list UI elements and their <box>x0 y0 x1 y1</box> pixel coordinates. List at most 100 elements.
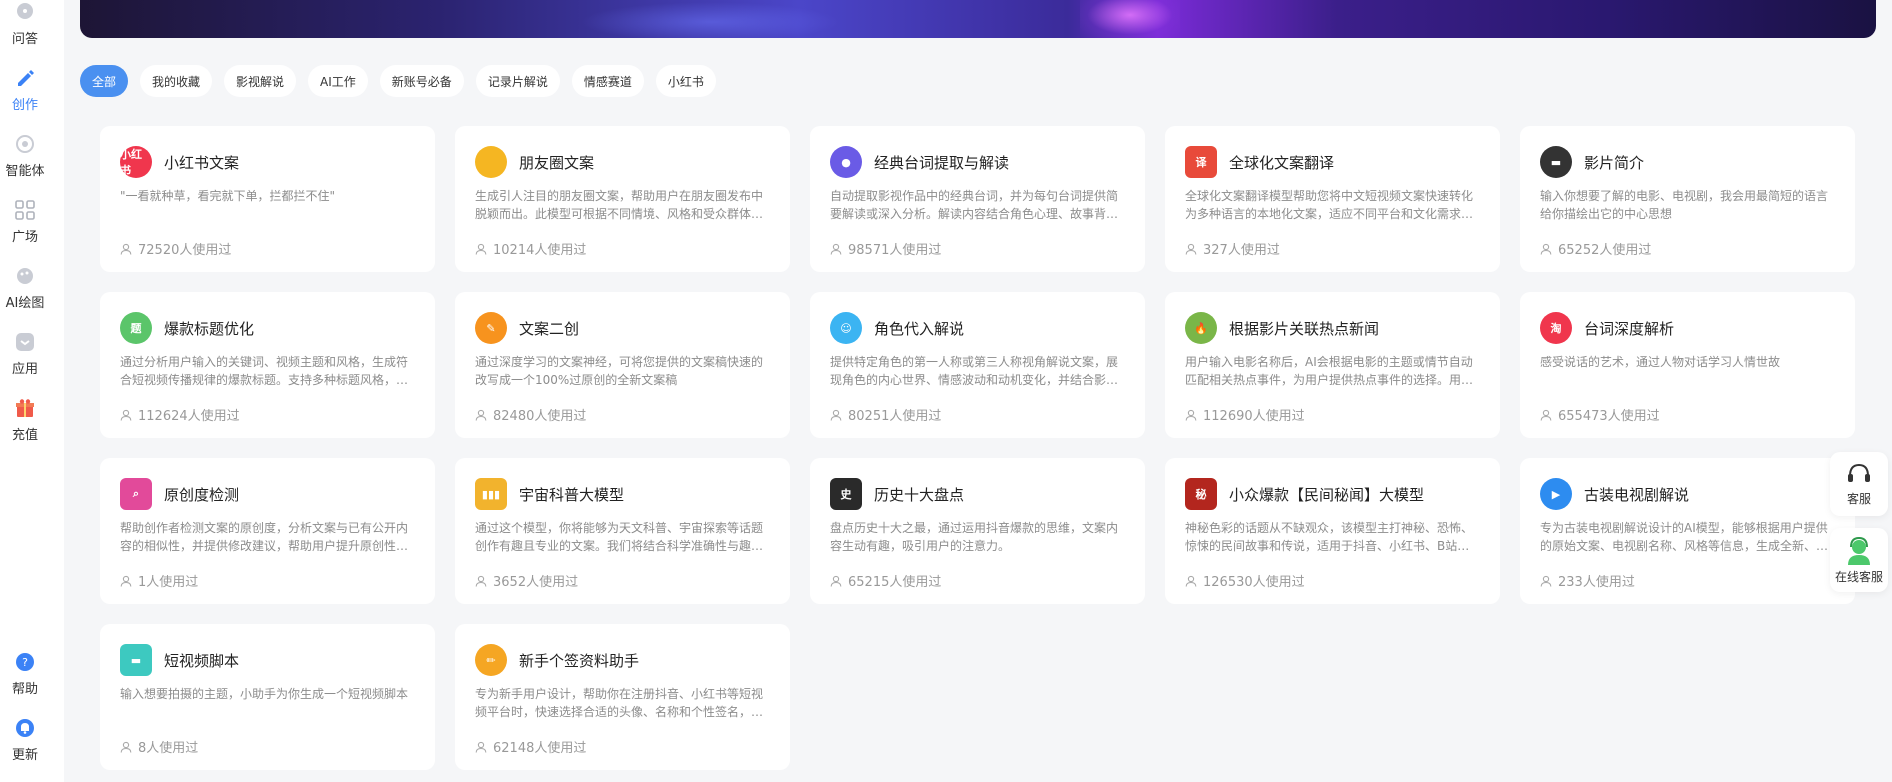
card-description: 全球化文案翻译模型帮助您将中文短视频文案快速转化为多种语言的本地化文案，适应不同… <box>1185 189 1474 221</box>
tool-card[interactable]: ⌕ 原创度检测 帮助创作者检测文案的原创度，分析文案与已有公开内容的相似性，并提供修… <box>100 458 435 604</box>
online-service-button[interactable]: 在线客服 <box>1830 528 1888 592</box>
card-description: 专为新手用户设计，帮助你在注册抖音、小红书等短视频平台时，快速选择合适的头像、名… <box>475 687 764 719</box>
sidebar-item-create[interactable]: 创作 <box>0 68 50 113</box>
card-title: 经典台词提取与解读 <box>874 153 1010 172</box>
card-header: 秘小众爆款【民间秘闻】大模型 <box>1185 477 1480 511</box>
card-usage: 233人使用过 <box>1540 571 1635 590</box>
sidebar-item-help[interactable]: ? 帮助 <box>0 652 50 697</box>
float-button-label: 客服 <box>1846 491 1871 506</box>
card-header: 小红书 小红书文案 <box>120 145 415 179</box>
card-description: 神秘色彩的话题从不缺观众，该模型主打神秘、恐怖、惊悚的民间故事和传说，适用于抖音… <box>1185 521 1474 553</box>
sidebar-item-agent[interactable]: 智能体 <box>0 134 50 179</box>
sidebar-item-qa[interactable]: 问答 <box>0 2 50 47</box>
taobao-icon: 淘 <box>1540 312 1572 344</box>
top-banner[interactable] <box>80 0 1876 38</box>
tool-card[interactable]: ▶ 古装电视剧解说 专为古装电视剧解说设计的AI模型，能够根据用户提供的原始文案、电… <box>1520 458 1855 604</box>
tool-card[interactable]: 史历史十大盘点 盘点历史十大之最，通过运用抖音爆款的思维，文案内容生动有趣，吸引用… <box>810 458 1145 604</box>
card-title: 全球化文案翻译 <box>1229 153 1335 172</box>
user-icon <box>1185 575 1197 587</box>
card-header: ✏ 新手个签资料助手 <box>475 643 770 677</box>
banner-glow <box>1080 0 1180 38</box>
tab-favorites[interactable]: 我的收藏 <box>140 65 213 97</box>
tool-card[interactable]: ✎ 文案二创 通过深度学习的文案神经，可将您提供的文案稿快速的改写成一个100%过原… <box>455 292 790 438</box>
usage-count: 233人使用过 <box>1558 575 1635 590</box>
sidebar-item-update[interactable]: 更新 <box>0 718 50 763</box>
usage-count: 1人使用过 <box>138 575 199 590</box>
sidebar-item-recharge[interactable]: 充值 <box>0 398 50 443</box>
support-agent-icon <box>1844 536 1874 566</box>
usage-count: 112690人使用过 <box>1203 409 1305 424</box>
tab-documentary[interactable]: 记录片解说 <box>475 65 560 97</box>
tool-card[interactable]: ● 经典台词提取与解读 自动提取影视作品中的经典台词，并为每句台词提供简要解读或深入… <box>810 126 1145 272</box>
card-description: 通过分析用户输入的关键词、视频主题和风格，生成符合短视频传播规律的爆款标题。支持… <box>120 355 409 387</box>
card-description: 用户输入电影名称后，AI会根据电影的主题或情节自动匹配相关热点事件，为用户提供热… <box>1185 355 1474 387</box>
history-icon: 史 <box>830 478 862 510</box>
tool-card[interactable]: ▮▮▮ 宇宙科普大模型 通过这个模型，你将能够为天文科普、宇宙探索等话题创作有趣且专… <box>455 458 790 604</box>
card-header: ⌕ 原创度检测 <box>120 477 415 511</box>
card-description: "一看就种草，看完就下单，拦都拦不住" <box>120 189 336 203</box>
user-icon <box>1540 575 1552 587</box>
sidebar-item-label: 更新 <box>11 748 38 763</box>
tool-card[interactable]: ▬ 影片简介 输入你想要了解的电影、电视剧，我会用最简短的语言给你描绘出它的中心思想… <box>1520 126 1855 272</box>
user-icon <box>475 741 487 753</box>
grid-icon <box>15 200 35 220</box>
card-usage: 65215人使用过 <box>830 571 941 590</box>
tool-card[interactable]: 秘小众爆款【民间秘闻】大模型 神秘色彩的话题从不缺观众，该模型主打神秘、恐怖、惊悚… <box>1165 458 1500 604</box>
sidebar-item-square[interactable]: 广场 <box>0 200 50 245</box>
card-usage: 62148人使用过 <box>475 737 586 756</box>
tab-all[interactable]: 全部 <box>80 65 129 97</box>
card-title: 爆款标题优化 <box>164 319 255 338</box>
usage-count: 3652人使用过 <box>493 575 579 590</box>
card-title: 短视频脚本 <box>164 651 240 670</box>
tool-card[interactable]: ▬ 短视频脚本 输入想要拍摄的主题，小助手为你生成一个短视频脚本 8人使用过 <box>100 624 435 770</box>
card-usage: 112624人使用过 <box>120 405 240 424</box>
user-icon <box>475 575 487 587</box>
sidebar-item-apps[interactable]: 应用 <box>0 332 50 377</box>
usage-count: 72520人使用过 <box>138 243 232 258</box>
sidebar: 问答 创作 智能体 广场 AI绘图 应用 充值 ? 帮助 更新 <box>0 0 64 782</box>
magnifier-icon: ⌕ <box>120 478 152 510</box>
card-header: ▬ 短视频脚本 <box>120 643 415 677</box>
palette-icon <box>15 266 35 286</box>
tab-emotion[interactable]: 情感赛道 <box>571 65 644 97</box>
banner-glow <box>580 2 840 38</box>
tab-ai-work[interactable]: AI工作 <box>308 65 368 97</box>
usage-count: 98571人使用过 <box>848 243 942 258</box>
card-header: ▮▮▮ 宇宙科普大模型 <box>475 477 770 511</box>
sidebar-item-ai-draw[interactable]: AI绘图 <box>0 266 50 311</box>
tool-card[interactable]: 🔥 根据影片关联热点新闻 用户输入电影名称后，AI会根据电影的主题或情节自动匹配相关… <box>1165 292 1500 438</box>
card-title: 台词深度解析 <box>1584 319 1675 338</box>
books-icon: ▮▮▮ <box>475 478 507 510</box>
card-usage: 126530人使用过 <box>1185 571 1305 590</box>
svg-text:?: ? <box>22 656 28 669</box>
tool-card[interactable]: ✏ 新手个签资料助手专为新手用户设计，帮助你在注册抖音、小红书等短视频平台时，快速… <box>455 624 790 770</box>
user-icon <box>120 741 132 753</box>
tool-card[interactable]: 题爆款标题优化通过分析用户输入的关键词、视频主题和风格，生成符合短视频传播规律的… <box>100 292 435 438</box>
tool-card[interactable]: ☺ 角色代入解说 提供特定角色的第一人称或第三人称视角解说文案，展现角色的内心世界、… <box>810 292 1145 438</box>
pinwheel-icon <box>475 146 507 178</box>
customer-service-button[interactable]: 客服 <box>1830 452 1888 516</box>
tab-xiaohongshu[interactable]: 小红书 <box>655 65 716 97</box>
tool-card[interactable]: 小红书 小红书文案 "一看就种草，看完就下单，拦都拦不住" 72520人使用过 <box>100 126 435 272</box>
sidebar-item-label: 应用 <box>11 362 38 377</box>
card-title: 新手个签资料助手 <box>519 651 640 670</box>
tab-film-commentary[interactable]: 影视解说 <box>224 65 297 97</box>
card-title: 宇宙科普大模型 <box>519 485 625 504</box>
clapperboard-icon: ▬ <box>1540 146 1572 178</box>
user-icon <box>120 409 132 421</box>
card-title: 影片简介 <box>1584 153 1645 172</box>
tool-card[interactable]: 淘台词深度解析 感受说话的艺术，通过人物对话学习人情世故 655473人使用过 <box>1520 292 1855 438</box>
usage-count: 62148人使用过 <box>493 741 587 756</box>
card-usage: 112690人使用过 <box>1185 405 1305 424</box>
card-header: 淘台词深度解析 <box>1540 311 1835 345</box>
tab-new-account[interactable]: 新账号必备 <box>379 65 464 97</box>
tool-card[interactable]: 译全球化文案翻译 全球化文案翻译模型帮助您将中文短视频文案快速转化为多种语言的本地… <box>1165 126 1500 272</box>
help-icon: ? <box>15 652 35 672</box>
pencil-icon: ✏ <box>475 644 507 676</box>
user-icon <box>475 409 487 421</box>
card-title: 古装电视剧解说 <box>1584 485 1690 504</box>
tool-card[interactable]: 朋友圈文案 生成引人注目的朋友圈文案，帮助用户在朋友圈发布中脱颖而出。此模型可根据… <box>455 126 790 272</box>
sidebar-item-label: 充值 <box>11 428 38 443</box>
title-icon: 题 <box>120 312 152 344</box>
card-usage: 82480人使用过 <box>475 405 586 424</box>
